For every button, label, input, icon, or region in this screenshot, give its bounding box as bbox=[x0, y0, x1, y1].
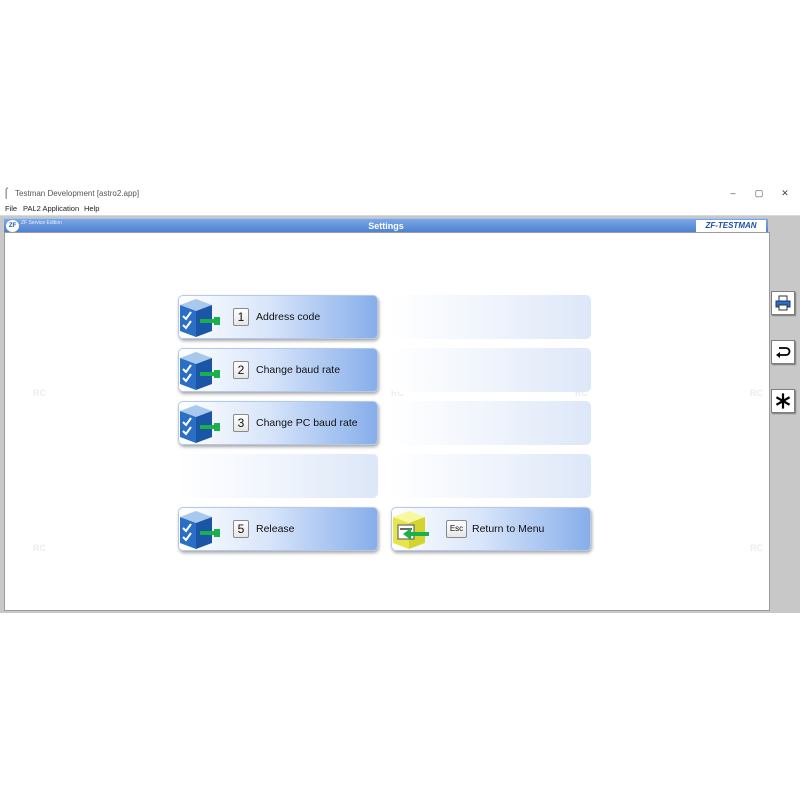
window-title: Testman Development [astro2.app] bbox=[15, 189, 140, 198]
checklist-cube-icon bbox=[180, 352, 220, 390]
title-bar[interactable]: ⌠ Testman Development [astro2.app] – ▢ ✕ bbox=[0, 185, 800, 202]
change-baud-rate-button[interactable]: 2 Change baud rate bbox=[178, 348, 378, 392]
key-esc: Esc bbox=[446, 520, 467, 538]
empty-slot bbox=[391, 295, 591, 339]
tile-label: Address code bbox=[256, 311, 321, 323]
asterisk-button[interactable] bbox=[771, 389, 795, 413]
asterisk-icon bbox=[775, 393, 791, 409]
app-icon: ⌠ bbox=[3, 188, 10, 199]
address-code-button[interactable]: 1 Address code bbox=[178, 295, 378, 339]
print-button[interactable] bbox=[771, 291, 795, 315]
tile-label: Change PC baud rate bbox=[256, 417, 358, 429]
checklist-cube-icon bbox=[180, 299, 220, 337]
empty-slot bbox=[391, 401, 591, 445]
app-frame: ZF ZF Service Edition Settings ZF-TESTMA… bbox=[0, 216, 800, 613]
tile-label: Change baud rate bbox=[256, 364, 341, 376]
tile-label: Release bbox=[256, 523, 295, 535]
empty-slot bbox=[391, 348, 591, 392]
menu-bar: File PAL2 Application Help bbox=[0, 202, 800, 216]
content-area: RC RC RC RC RC RC 1 Address code 2 Chang… bbox=[4, 232, 770, 611]
key-2: 2 bbox=[233, 361, 249, 379]
back-button[interactable] bbox=[771, 340, 795, 364]
menu-help[interactable]: Help bbox=[84, 203, 99, 214]
empty-slot bbox=[178, 454, 378, 498]
maximize-button[interactable]: ▢ bbox=[751, 187, 767, 200]
return-arrow-cube-icon bbox=[393, 511, 429, 549]
app-window: ⌠ Testman Development [astro2.app] – ▢ ✕… bbox=[0, 185, 800, 613]
key-5: 5 bbox=[233, 520, 249, 538]
minimize-button[interactable]: – bbox=[725, 187, 741, 200]
watermark: RC bbox=[750, 543, 763, 553]
empty-slot bbox=[391, 454, 591, 498]
back-icon bbox=[776, 347, 791, 358]
watermark: RC bbox=[33, 388, 46, 398]
checklist-cube-icon bbox=[180, 511, 220, 549]
tile-label: Return to Menu bbox=[472, 523, 545, 535]
menu-file[interactable]: File bbox=[5, 203, 17, 214]
return-to-menu-button[interactable]: Esc Return to Menu bbox=[391, 507, 591, 551]
key-3: 3 bbox=[233, 414, 249, 432]
close-button[interactable]: ✕ bbox=[777, 187, 793, 200]
brand-logo: ZF-TESTMAN bbox=[696, 220, 766, 232]
checklist-cube-icon bbox=[180, 405, 220, 443]
change-pc-baud-rate-button[interactable]: 3 Change PC baud rate bbox=[178, 401, 378, 445]
release-button[interactable]: 5 Release bbox=[178, 507, 378, 551]
menu-pal2-application[interactable]: PAL2 Application bbox=[23, 203, 79, 214]
key-1: 1 bbox=[233, 308, 249, 326]
watermark: RC bbox=[750, 388, 763, 398]
watermark: RC bbox=[33, 543, 46, 553]
header-bar: ZF ZF Service Edition Settings ZF-TESTMA… bbox=[4, 218, 768, 233]
print-icon bbox=[775, 295, 791, 311]
